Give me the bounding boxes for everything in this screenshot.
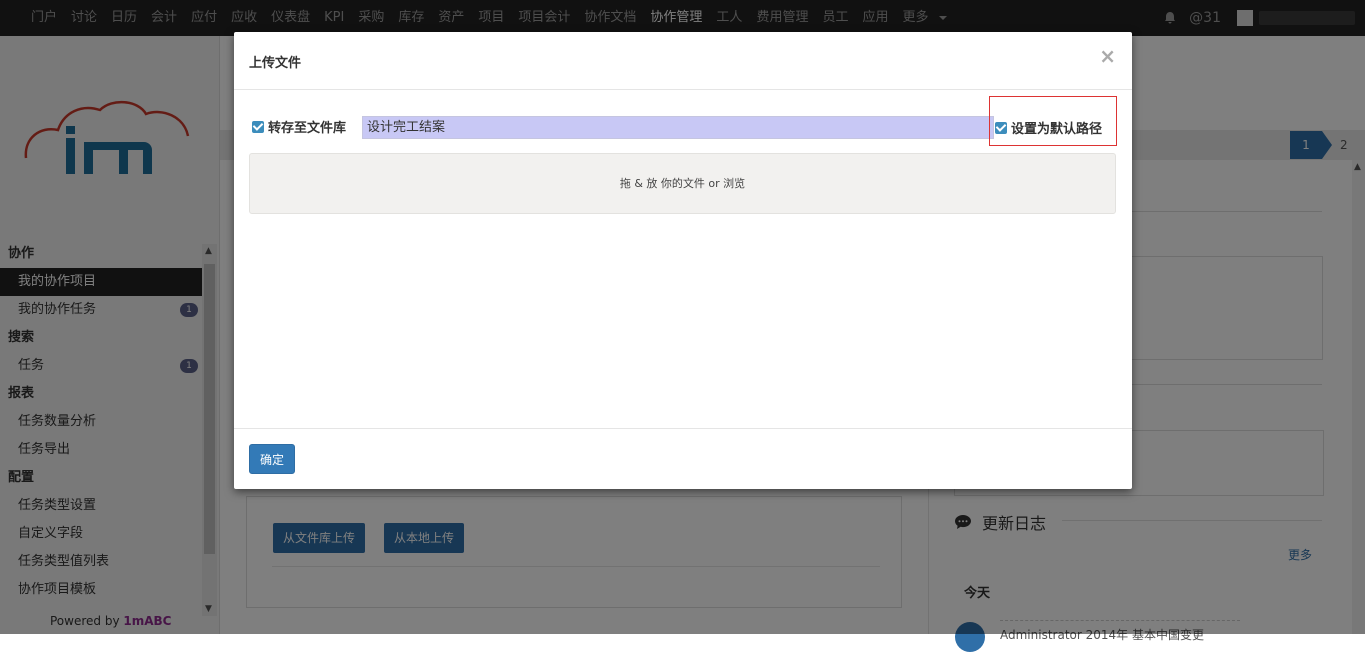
dialog-footer: 确定 (234, 428, 1132, 490)
confirm-button[interactable]: 确定 (249, 444, 296, 474)
checkbox-checked-icon[interactable] (995, 121, 1007, 134)
set-default-path-highlight: 设置为默认路径 (989, 96, 1117, 146)
file-dropzone[interactable]: 拖 & 放 你的文件 or 浏览 (249, 153, 1116, 214)
close-icon[interactable]: × (1099, 44, 1116, 68)
upload-file-dialog: 上传文件 × 转存至文件库 设计完工结案 设置为默认路径 拖 & 放 你的文件 … (234, 32, 1132, 489)
save-to-library-label: 转存至文件库 (268, 121, 347, 136)
checkbox-checked-icon[interactable] (252, 120, 264, 133)
set-default-path-checkbox[interactable]: 设置为默认路径 (995, 118, 1102, 137)
dialog-header: 上传文件 × (234, 32, 1132, 90)
dialog-title: 上传文件 (249, 56, 302, 71)
library-path-input[interactable]: 设计完工结案 (362, 116, 994, 139)
set-default-path-label: 设置为默认路径 (1011, 122, 1103, 137)
save-to-library-checkbox[interactable]: 转存至文件库 (252, 117, 346, 136)
